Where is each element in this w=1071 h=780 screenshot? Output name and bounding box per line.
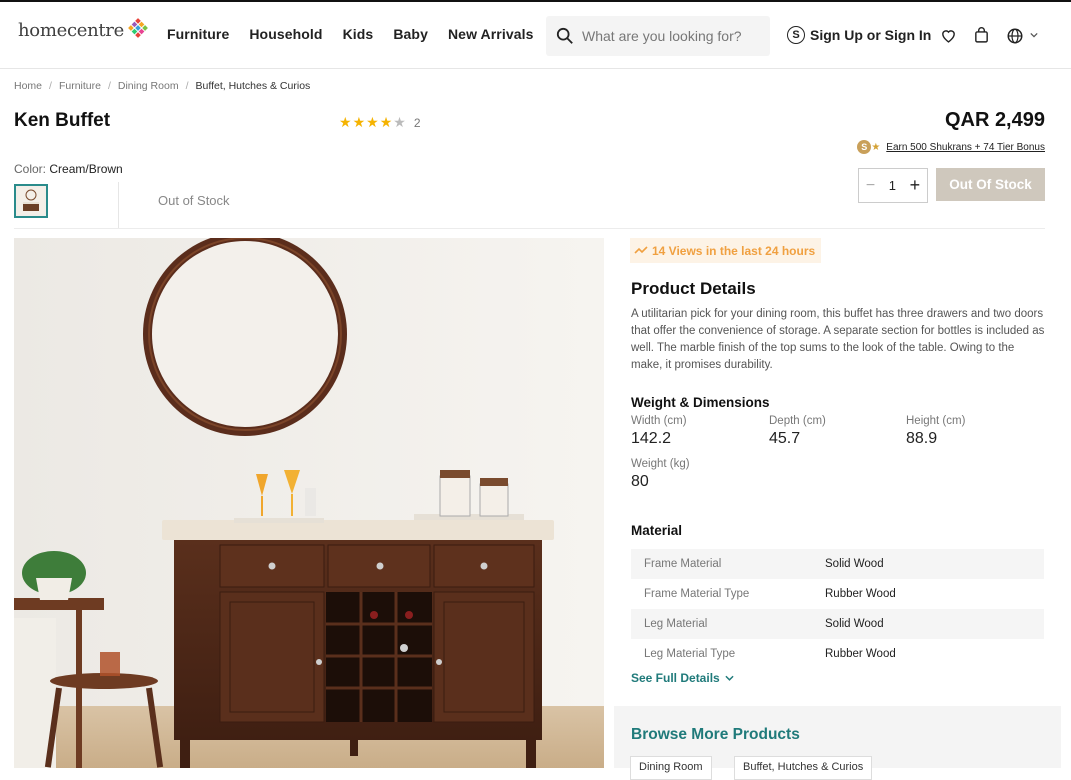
chevron-down-icon — [725, 675, 734, 681]
star-icon: ★ — [339, 114, 352, 130]
signin-label: Sign Up or Sign In — [810, 27, 932, 43]
product-image[interactable] — [14, 238, 604, 768]
shukran-star-icon: ★ — [871, 141, 881, 153]
dimension-label: Depth (cm) — [769, 415, 826, 427]
nav-baby[interactable]: Baby — [393, 26, 428, 42]
weight-dimensions-heading: Weight & Dimensions — [631, 395, 770, 410]
dimension-weight: Weight (kg) 80 — [631, 458, 690, 491]
bag-icon[interactable] — [973, 27, 990, 44]
browse-chip[interactable]: Dining Room — [630, 756, 712, 780]
dimension-value: 88.9 — [906, 430, 938, 447]
shukran-offer[interactable]: S ★ Earn 500 Shukrans + 74 Tier Bonus — [857, 140, 1045, 154]
breadcrumb-separator: / — [49, 80, 52, 92]
material-key: Frame Material — [644, 558, 722, 570]
signin-link[interactable]: S Sign Up or Sign In — [787, 26, 931, 44]
qty-value: 1 — [888, 178, 897, 193]
star-icon: ★ — [352, 114, 366, 130]
out-of-stock-button[interactable]: Out Of Stock — [936, 168, 1045, 201]
dimension-value: 142.2 — [631, 430, 672, 447]
heart-icon[interactable] — [940, 27, 957, 44]
see-full-details-link[interactable]: See Full Details — [631, 671, 734, 685]
views-badge: 14 Views in the last 24 hours — [630, 238, 822, 263]
site-header: homecentre Furniture Household Kids Baby… — [0, 0, 1071, 69]
star-icon: ★ — [379, 114, 393, 130]
nav-household[interactable]: Household — [249, 26, 322, 42]
product-title: Ken Buffet — [14, 110, 111, 131]
breadcrumb-furniture[interactable]: Furniture — [59, 80, 101, 92]
breadcrumb-home[interactable]: Home — [14, 80, 42, 92]
swatch-thumbnail — [18, 188, 44, 214]
logo[interactable]: homecentre — [18, 17, 149, 41]
table-row: Frame Material Type Rubber Wood — [631, 579, 1044, 609]
material-value: Rubber Wood — [825, 588, 896, 600]
breadcrumb-dining-room[interactable]: Dining Room — [118, 80, 179, 92]
main-nav: Furniture Household Kids Baby New Arriva… — [167, 26, 553, 42]
stock-status: Out of Stock — [158, 193, 230, 208]
table-row: Leg Material Type Rubber Wood — [631, 639, 1044, 669]
rating-count: 2 — [413, 115, 421, 130]
see-full-label: See Full Details — [631, 671, 720, 685]
divider — [14, 228, 1045, 229]
dimension-label: Height (cm) — [906, 415, 966, 427]
dimension-label: Weight (kg) — [631, 458, 690, 470]
browse-chip[interactable]: Buffet, Hutches & Curios — [734, 756, 873, 780]
globe-icon[interactable] — [1006, 27, 1024, 45]
product-photo — [14, 238, 604, 768]
dimension-width: Width (cm) 142.2 — [631, 415, 687, 448]
search-box[interactable] — [546, 16, 770, 56]
breadcrumb-separator: / — [185, 80, 189, 92]
search-icon — [556, 27, 573, 44]
search-input[interactable] — [582, 28, 757, 44]
star-icon: ★ — [366, 114, 379, 130]
breadcrumb: Home / Furniture / Dining Room / Buffet, Hu… — [14, 80, 310, 92]
table-row: Frame Material Solid Wood — [631, 549, 1044, 579]
material-value: Solid Wood — [825, 618, 884, 630]
divider — [118, 182, 119, 228]
color-label-text: Color: — [14, 162, 47, 176]
nav-furniture[interactable]: Furniture — [167, 26, 229, 42]
product-rating[interactable]: ★ ★ ★ ★ ★ 2 — [339, 114, 421, 131]
star-empty-icon: ★ — [393, 114, 406, 130]
dimension-depth: Depth (cm) 45.7 — [769, 415, 826, 448]
color-value: Cream/Brown — [49, 162, 123, 176]
material-key: Frame Material Type — [644, 588, 750, 600]
color-label: Color: Cream/Brown — [14, 162, 123, 176]
material-value: Solid Wood — [825, 558, 884, 570]
dimension-value: 45.7 — [769, 430, 801, 447]
logo-text: homecentre — [18, 20, 124, 41]
material-table: Frame Material Solid Wood Frame Material … — [631, 549, 1044, 669]
breadcrumb-current: Buffet, Hutches & Curios — [195, 80, 311, 92]
views-text: 14 Views in the last 24 hours — [652, 243, 816, 258]
nav-new-arrivals[interactable]: New Arrivals — [448, 26, 534, 42]
product-description: A utilitarian pick for your dining room,… — [631, 308, 1045, 371]
logo-icon — [128, 17, 148, 38]
dimension-value: 80 — [631, 473, 649, 490]
shukran-text: Earn 500 Shukrans + 74 Tier Bonus — [886, 141, 1045, 153]
trending-icon — [634, 246, 648, 254]
product-price: QAR 2,499 — [944, 109, 1045, 131]
shukran-icon: S — [787, 26, 805, 44]
color-swatch[interactable] — [14, 184, 48, 218]
material-key: Leg Material Type — [644, 648, 736, 660]
material-key: Leg Material — [644, 618, 708, 630]
quantity-stepper[interactable]: − 1 + — [858, 168, 928, 203]
dimension-height: Height (cm) 88.9 — [906, 415, 965, 448]
nav-kids[interactable]: Kids — [343, 26, 374, 42]
breadcrumb-separator: / — [107, 80, 111, 92]
browse-more-section: Browse More Products Dining Room Buffet,… — [614, 706, 1061, 780]
shukran-coin-icon: S — [857, 140, 872, 154]
qty-minus-button[interactable]: − — [866, 177, 875, 195]
product-details-heading: Product Details — [631, 279, 756, 298]
material-value: Rubber Wood — [825, 648, 896, 660]
browse-more-heading: Browse More Products — [631, 726, 800, 743]
chevron-down-icon[interactable] — [1030, 32, 1038, 38]
dimension-label: Width (cm) — [631, 415, 687, 427]
table-row: Leg Material Solid Wood — [631, 609, 1044, 639]
material-heading: Material — [631, 523, 683, 538]
qty-plus-button[interactable]: + — [910, 175, 921, 196]
